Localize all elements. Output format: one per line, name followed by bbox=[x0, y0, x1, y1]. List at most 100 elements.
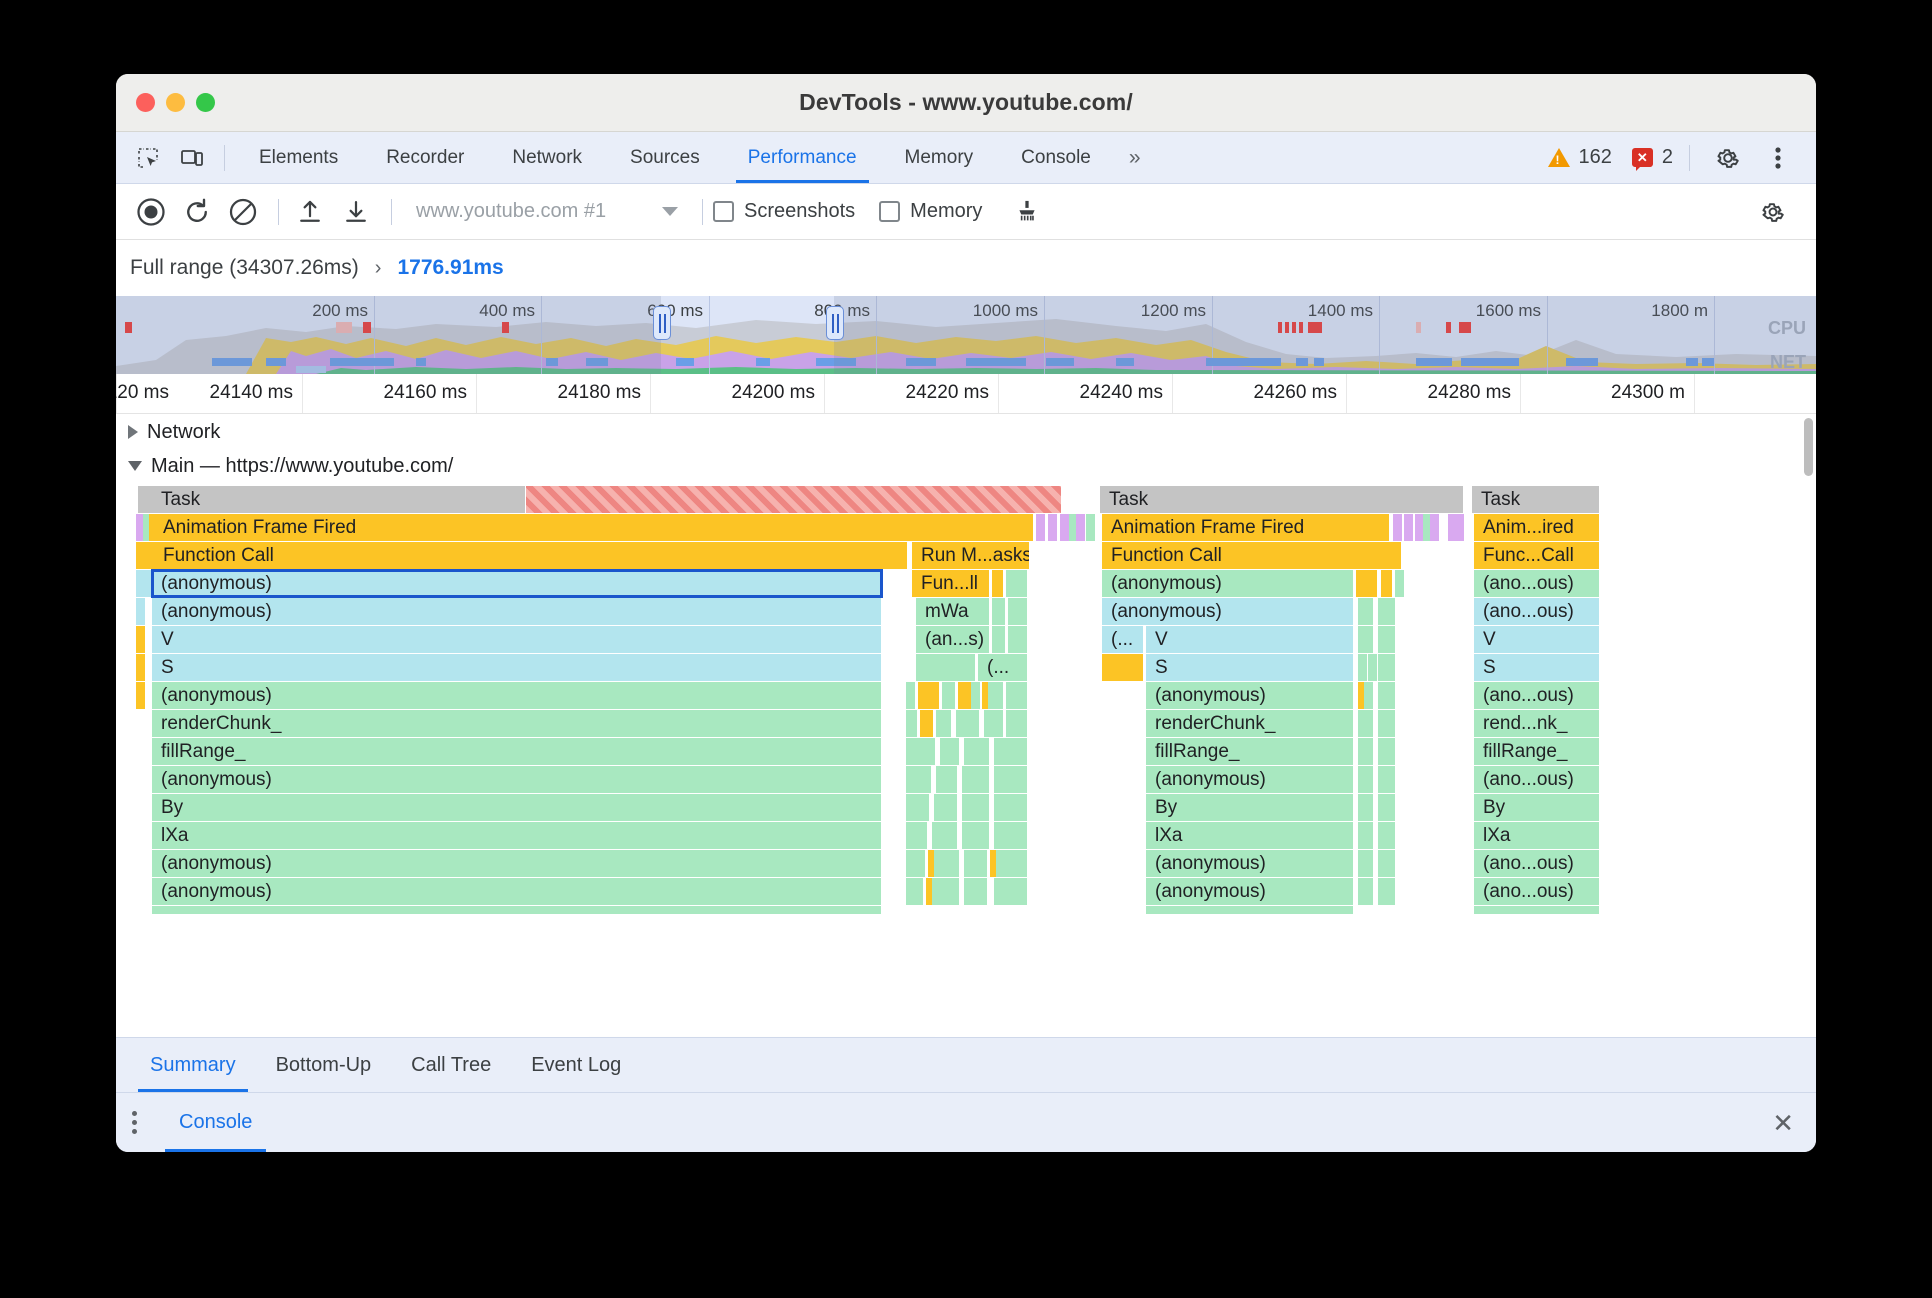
flame-bar-task[interactable]: Task bbox=[152, 486, 526, 513]
flame-row: V (an...s) (... V V bbox=[116, 626, 1816, 654]
flame-bar-s[interactable]: S bbox=[1146, 654, 1354, 681]
kebab-menu-icon[interactable] bbox=[132, 1111, 137, 1134]
flame-bar-by[interactable]: By bbox=[1146, 794, 1354, 821]
minimize-window-button[interactable] bbox=[166, 93, 185, 112]
flame-bar-fill-range[interactable]: fillRange_ bbox=[1474, 738, 1600, 765]
kebab-menu-icon[interactable] bbox=[1759, 139, 1797, 177]
gear-icon[interactable] bbox=[1709, 139, 1747, 177]
device-toolbar-icon[interactable] bbox=[173, 139, 211, 177]
flame-bar-render-chunk[interactable]: renderChunk_ bbox=[1146, 710, 1354, 737]
flame-bar-fill-range[interactable]: fillRange_ bbox=[1146, 738, 1354, 765]
tab-recorder[interactable]: Recorder bbox=[362, 132, 488, 183]
overview-range-handle-right[interactable] bbox=[826, 306, 844, 340]
track-header-network[interactable]: Network bbox=[116, 416, 220, 448]
flame-bar-anonymous[interactable]: (anonymous) bbox=[152, 598, 882, 625]
flame-bar-function-call[interactable]: Func...Call bbox=[1474, 542, 1600, 569]
breadcrumb-current-range[interactable]: 1776.91ms bbox=[397, 256, 503, 280]
tab-call-tree[interactable]: Call Tree bbox=[391, 1038, 511, 1092]
upload-profile-icon[interactable] bbox=[289, 191, 331, 233]
memory-checkbox[interactable]: Memory bbox=[879, 200, 982, 223]
flame-bar-anonymous[interactable]: (anonymous) bbox=[1102, 598, 1354, 625]
flame-bar-anonymous[interactable]: (ano...ous) bbox=[1474, 570, 1600, 597]
tab-event-log[interactable]: Event Log bbox=[511, 1038, 641, 1092]
flame-bar-anonymous[interactable]: (anonymous) bbox=[152, 766, 882, 793]
screenshots-checkbox[interactable]: Screenshots bbox=[713, 200, 855, 223]
collect-garbage-icon[interactable] bbox=[1006, 191, 1048, 233]
tab-memory[interactable]: Memory bbox=[881, 132, 998, 183]
tab-console[interactable]: Console bbox=[997, 132, 1115, 183]
flame-bar-v[interactable]: V bbox=[152, 626, 882, 653]
flame-bar-selected-anonymous[interactable]: (anonymous) bbox=[151, 569, 883, 598]
warnings-badge[interactable]: 162 bbox=[1547, 146, 1612, 169]
flame-bar-animation-frame[interactable]: Animation Frame Fired bbox=[1102, 514, 1390, 541]
flame-bar-render-chunk[interactable]: rend...nk_ bbox=[1474, 710, 1600, 737]
controls-divider-3 bbox=[702, 198, 703, 225]
capture-settings-gear-icon[interactable] bbox=[1752, 191, 1794, 233]
drawer-tab-console[interactable]: Console bbox=[165, 1093, 267, 1152]
overview-range-handle-left[interactable] bbox=[653, 306, 671, 340]
breadcrumb-full-range[interactable]: Full range (34307.26ms) bbox=[130, 256, 359, 280]
flame-bar-animation-frame[interactable]: Anim...ired bbox=[1474, 514, 1600, 541]
maximize-window-button[interactable] bbox=[196, 93, 215, 112]
flame-bar-anonymous[interactable]: (anonymous) bbox=[152, 878, 882, 905]
flame-bar-function-call[interactable]: Function Call bbox=[1102, 542, 1402, 569]
flame-bar-function-call-short[interactable]: Fun...ll bbox=[912, 570, 990, 597]
flame-bar-anonymous[interactable]: (ano...ous) bbox=[1474, 682, 1600, 709]
flame-bar-s[interactable]: S bbox=[1474, 654, 1600, 681]
ruler-tick bbox=[1172, 374, 1173, 413]
flame-bar-anonymous[interactable]: (ano...ous) bbox=[1474, 598, 1600, 625]
flame-bar-function-call[interactable]: Function Call bbox=[154, 542, 908, 569]
flame-bar-anonymous[interactable]: (anonymous) bbox=[1146, 878, 1354, 905]
errors-badge[interactable]: ✕ 2 bbox=[1631, 146, 1673, 171]
record-icon[interactable] bbox=[130, 191, 172, 233]
clear-recording-icon[interactable] bbox=[222, 191, 264, 233]
flame-bar-v[interactable]: V bbox=[1474, 626, 1600, 653]
inspect-element-icon[interactable] bbox=[129, 139, 167, 177]
flame-bar-anonymous[interactable]: (anonymous) bbox=[1146, 850, 1354, 877]
flame-chart-area[interactable]: Network Main — https://www.youtube.com/ … bbox=[116, 414, 1816, 1037]
flame-bar-anonymous-tiny[interactable]: (... bbox=[978, 654, 1028, 681]
flame-bar-anonymous[interactable]: (ano...ous) bbox=[1474, 850, 1600, 877]
flame-bar-anonymous-short[interactable]: (an...s) bbox=[916, 626, 990, 653]
flame-bar-anonymous[interactable]: (anonymous) bbox=[1102, 570, 1354, 597]
flame-bar-run-microtasks[interactable]: Run M...asks bbox=[912, 542, 1030, 569]
tab-sources[interactable]: Sources bbox=[606, 132, 724, 183]
flame-bar-lxa[interactable]: lXa bbox=[1146, 822, 1354, 849]
flame-bar-anonymous[interactable]: (anonymous) bbox=[152, 682, 882, 709]
more-tabs-icon[interactable]: » bbox=[1115, 146, 1155, 170]
flame-bar-long-task[interactable] bbox=[526, 486, 1062, 513]
close-window-button[interactable] bbox=[136, 93, 155, 112]
flame-bar-anonymous[interactable]: (ano...ous) bbox=[1474, 766, 1600, 793]
flame-bar-anonymous-short[interactable]: (... bbox=[1102, 626, 1144, 653]
flame-bar-animation-frame[interactable]: Animation Frame Fired bbox=[154, 514, 1034, 541]
close-icon[interactable]: ✕ bbox=[1772, 1110, 1794, 1136]
tab-bottom-up[interactable]: Bottom-Up bbox=[256, 1038, 392, 1092]
flame-bar-s[interactable]: S bbox=[152, 654, 882, 681]
recording-select[interactable]: www.youtube.com #1 bbox=[402, 200, 692, 223]
flame-bar-anonymous[interactable]: (anonymous) bbox=[1146, 766, 1354, 793]
flame-bar-task[interactable]: Task bbox=[1472, 486, 1600, 513]
flame-bar-anonymous[interactable]: (anonymous) bbox=[1146, 682, 1354, 709]
flame-scrollbar-thumb[interactable] bbox=[1804, 418, 1813, 476]
tab-summary[interactable]: Summary bbox=[130, 1038, 256, 1092]
tab-elements[interactable]: Elements bbox=[235, 132, 362, 183]
flame-bar-by[interactable]: By bbox=[1474, 794, 1600, 821]
flame-bar-lxa[interactable]: lXa bbox=[152, 822, 882, 849]
flame-bar-lxa[interactable]: lXa bbox=[1474, 822, 1600, 849]
tab-network[interactable]: Network bbox=[488, 132, 606, 183]
flame-bar-anonymous[interactable]: (anonymous) bbox=[152, 850, 882, 877]
tab-performance[interactable]: Performance bbox=[724, 132, 881, 183]
reload-record-icon[interactable] bbox=[176, 191, 218, 233]
flame-bar-by[interactable]: By bbox=[152, 794, 882, 821]
flame-bar-anonymous[interactable]: (ano...ous) bbox=[1474, 878, 1600, 905]
checkbox-box bbox=[879, 201, 901, 222]
flame-bar-render-chunk[interactable]: renderChunk_ bbox=[152, 710, 882, 737]
track-header-main[interactable]: Main — https://www.youtube.com/ bbox=[116, 450, 453, 482]
flame-bar-fill-range[interactable]: fillRange_ bbox=[152, 738, 882, 765]
download-profile-icon[interactable] bbox=[335, 191, 377, 233]
flame-chart[interactable]: Task Task Task Animation Frame Fired Ani… bbox=[116, 486, 1816, 1037]
timeline-overview[interactable]: 200 ms 400 ms 600 ms 800 ms 1000 ms 1200… bbox=[116, 296, 1816, 374]
flame-bar-mwa[interactable]: mWa bbox=[916, 598, 990, 625]
flame-bar-task[interactable]: Task bbox=[1100, 486, 1464, 513]
flame-bar-v[interactable]: V bbox=[1146, 626, 1354, 653]
